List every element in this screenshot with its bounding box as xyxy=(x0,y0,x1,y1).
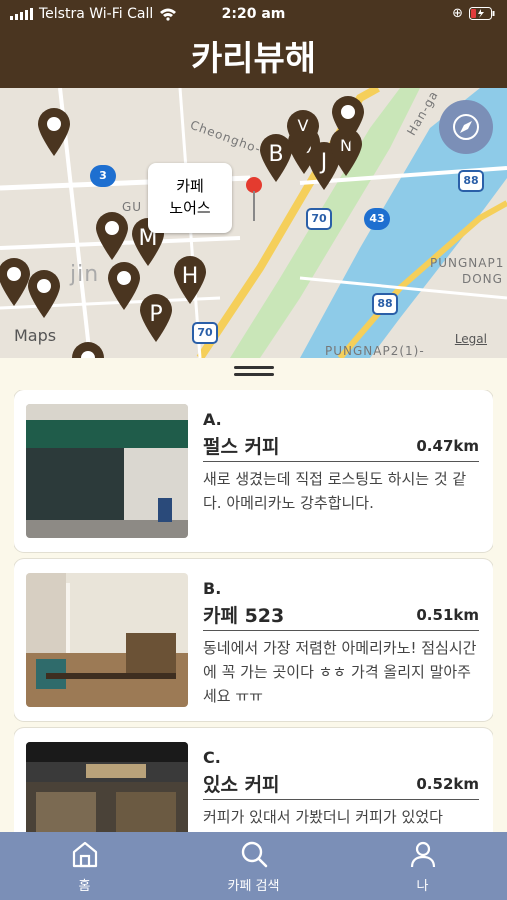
cafe-distance: 0.52km xyxy=(416,775,479,793)
map-pin[interactable] xyxy=(70,340,106,358)
cafe-letter: C. xyxy=(203,748,221,767)
map-pin-p[interactable]: P xyxy=(138,292,174,342)
map-pin-icon xyxy=(28,270,60,318)
divider xyxy=(203,630,479,631)
map-pin-h[interactable]: H xyxy=(172,254,208,304)
compass-icon xyxy=(453,114,479,140)
map-pin-icon xyxy=(108,262,140,310)
cafe-list[interactable]: A. 펄스 커피 0.47km 새로 생겼는데 직접 로스팅도 하시는 것 같다… xyxy=(14,390,493,832)
route-88-shield-2: 88 xyxy=(372,293,398,315)
map-background xyxy=(0,88,507,358)
app-title: 카리뷰해 xyxy=(0,30,507,88)
current-location-pin-icon xyxy=(246,177,262,221)
divider xyxy=(203,461,479,462)
tab-bar: 홈 카페 검색 나 xyxy=(0,832,507,900)
legal-link[interactable]: Legal xyxy=(455,332,487,346)
cafe-photo xyxy=(26,573,188,707)
map-pin-icon xyxy=(72,342,104,358)
tab-cafe-search-label: 카페 검색 xyxy=(227,878,280,894)
tab-me-label: 나 xyxy=(416,878,429,894)
tab-home[interactable]: 홈 xyxy=(0,832,169,900)
cafe-distance: 0.47km xyxy=(416,437,479,455)
map-pin-label: V xyxy=(297,116,309,135)
map-label-jin: jin xyxy=(70,262,100,287)
cafe-photo xyxy=(26,742,188,832)
cafe-card[interactable]: A. 펄스 커피 0.47km 새로 생겼는데 직접 로스팅도 하시는 것 같다… xyxy=(14,390,493,552)
divider xyxy=(203,799,479,800)
map-pin-icon xyxy=(96,212,128,260)
map-pin[interactable] xyxy=(94,210,130,260)
route-43: 43 xyxy=(364,208,390,230)
drawer-handle[interactable] xyxy=(234,366,274,380)
cafe-letter: B. xyxy=(203,579,222,598)
map-label-pungnap2: PUNGNAP2(1)- xyxy=(325,344,425,358)
user-icon xyxy=(410,841,435,867)
map-pin[interactable] xyxy=(106,260,142,310)
cafe-name: 있소 커피 xyxy=(203,774,280,796)
battery-icon xyxy=(469,7,495,20)
cafe-name: 펄스 커피 xyxy=(203,436,280,458)
map-view[interactable]: Han-ga PUNGNAP1 DONG PUNGNAP2(1)- Cheong… xyxy=(0,88,507,358)
map-pin[interactable] xyxy=(26,268,62,318)
status-bar: Telstra Wi-Fi Call 2:20 am ⊕ xyxy=(0,0,507,30)
map-pin[interactable] xyxy=(36,106,72,156)
map-pin-label: P xyxy=(149,302,163,327)
map-label-dong: DONG xyxy=(462,272,503,286)
cafe-distance: 0.51km xyxy=(416,606,479,624)
selected-cafe-callout[interactable]: 카페 노어스 xyxy=(148,163,232,233)
route-88-shield: 88 xyxy=(458,170,484,192)
tab-home-label: 홈 xyxy=(78,878,91,894)
rotation-lock-icon: ⊕ xyxy=(452,6,463,21)
clock: 2:20 am xyxy=(221,6,286,22)
apple-maps-logo: Maps xyxy=(14,326,57,345)
cafe-card[interactable]: C. 있소 커피 0.52km 커피가 있대서 가봤더니 커피가 있었다 xyxy=(14,728,493,832)
route-70-shield: 70 xyxy=(306,208,332,230)
compass-button[interactable] xyxy=(439,100,493,154)
route-70-shield-2: 70 xyxy=(192,322,218,344)
map-label-pungnap1: PUNGNAP1 xyxy=(430,256,505,270)
cafe-name: 카페 523 xyxy=(203,605,285,627)
map-pin[interactable] xyxy=(330,94,366,144)
callout-line-1: 카페 xyxy=(176,177,204,195)
map-pin-icon xyxy=(332,96,364,144)
map-pin-icon xyxy=(38,108,70,156)
tab-cafe-search[interactable]: 카페 검색 xyxy=(169,832,338,900)
cafe-card[interactable]: B. 카페 523 0.51km 동네에서 가장 저렴한 아메리카노! 점심시간… xyxy=(14,559,493,721)
search-icon xyxy=(241,841,267,867)
cafe-photo xyxy=(26,404,188,538)
cafe-review: 새로 생겼는데 직접 로스팅도 하시는 것 같다. 아메리카노 강추합니다. xyxy=(203,470,467,512)
callout-line-2: 노어스 xyxy=(169,199,211,217)
cafe-letter: A. xyxy=(203,410,222,429)
cafe-review: 동네에서 가장 저렴한 아메리카노! 점심시간에 꼭 가는 곳이다 ㅎㅎ 가격 … xyxy=(203,639,477,705)
route-3: 3 xyxy=(90,165,116,187)
tab-me[interactable]: 나 xyxy=(338,832,507,900)
map-pin-label: H xyxy=(181,264,199,289)
cafe-review: 커피가 있대서 가봤더니 커피가 있었다 xyxy=(203,808,443,826)
home-icon xyxy=(72,841,97,867)
